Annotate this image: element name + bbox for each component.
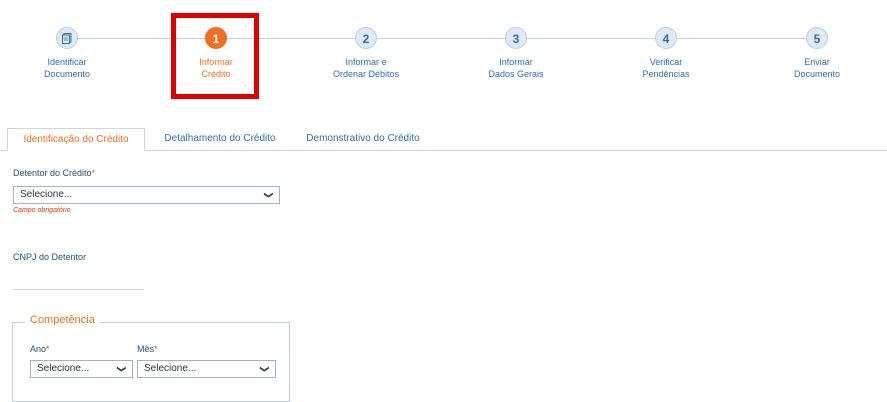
step-number: 2 [355, 27, 377, 49]
mes-label: Mês* [137, 344, 158, 354]
step-informar-ordenar-debitos[interactable]: 2 Informar e Ordenar Débitos [306, 27, 426, 80]
step-label: Informar e Ordenar Débitos [306, 56, 426, 80]
step-label-line1: Identificar [47, 57, 87, 67]
step-label-line1: Informar [499, 57, 533, 67]
step-label-line2: Documento [43, 69, 91, 79]
step-label: Verificar Pendências [606, 56, 726, 80]
ano-select[interactable]: Selecione... ❯ [30, 360, 133, 378]
tab-bar: Identificação do Crédito Detalhamento do… [0, 128, 887, 151]
ano-label-text: Ano [30, 344, 47, 354]
step-enviar-documento[interactable]: 5 Enviar Documento [757, 27, 877, 80]
cnpj-detentor-label: CNPJ do Detentor [13, 252, 87, 262]
chevron-down-icon: ❯ [264, 191, 275, 199]
tab-detalhamento-credito[interactable]: Detalhamento do Crédito [150, 128, 290, 150]
ano-label: Ano* [30, 344, 50, 354]
chevron-down-icon: ❯ [117, 365, 128, 373]
step-label-line2: Ordenar Débitos [332, 69, 400, 79]
cnpj-detentor-field[interactable] [13, 272, 143, 288]
step-label-line1: Verificar [649, 57, 683, 67]
required-mark: * [46, 344, 50, 354]
highlight-box [171, 13, 259, 99]
competencia-legend: Competência [25, 314, 100, 326]
mes-select[interactable]: Selecione... ❯ [137, 360, 276, 378]
document-icon [62, 33, 72, 44]
detentor-error-message: Campo obrigatório [13, 207, 71, 214]
step-verificar-pendencias[interactable]: 4 Verificar Pendências [606, 27, 726, 80]
wizard-stepper: Identificar Documento 1 Informar Crédito… [0, 0, 887, 110]
ano-select-value: Selecione... [37, 363, 90, 374]
mes-label-text: Mês [137, 344, 155, 354]
step-label-line2: Documento [793, 69, 841, 79]
step-identificar-documento[interactable]: Identificar Documento [7, 27, 127, 80]
detentor-select-value: Selecione... [20, 189, 73, 200]
step-label-line1: Informar e [345, 57, 387, 67]
tab-demonstrativo-credito[interactable]: Demonstrativo do Crédito [293, 128, 433, 150]
detentor-credito-label: Detentor do Crédito* [13, 168, 95, 178]
required-mark: * [154, 344, 158, 354]
step-number: 5 [806, 27, 828, 49]
mes-select-value: Selecione... [144, 363, 197, 374]
step-informar-dados-gerais[interactable]: 3 Informar Dados Gerais [456, 27, 576, 80]
step-label-line1: Enviar [804, 57, 830, 67]
step-number: 3 [505, 27, 527, 49]
required-mark: * [91, 168, 96, 178]
step-label: Enviar Documento [757, 56, 877, 80]
cnpj-field-underline [13, 289, 144, 290]
tab-identificacao-credito[interactable]: Identificação do Crédito [7, 128, 145, 151]
step-number: 4 [655, 27, 677, 49]
step-label-line2: Dados Gerais [488, 69, 544, 79]
detentor-label-text: Detentor do Crédito [13, 168, 92, 178]
detentor-credito-select[interactable]: Selecione... ❯ [13, 186, 280, 204]
chevron-down-icon: ❯ [260, 365, 271, 373]
step-label: Identificar Documento [7, 56, 127, 80]
step-circle [56, 27, 78, 49]
step-label-line2: Pendências [642, 69, 690, 79]
step-label: Informar Dados Gerais [456, 56, 576, 80]
